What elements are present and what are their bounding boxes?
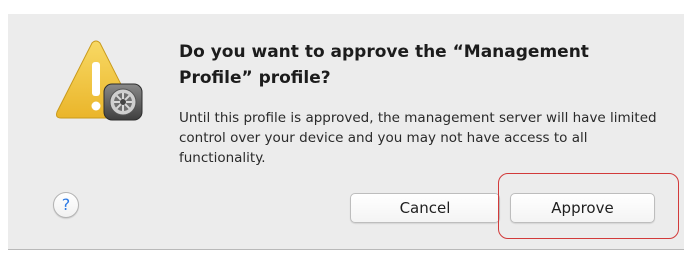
dialog-title: Do you want to approve the “Management P… bbox=[179, 42, 589, 88]
cancel-button[interactable]: Cancel bbox=[350, 193, 500, 223]
help-button[interactable]: ? bbox=[53, 192, 79, 218]
warning-triangle-icon bbox=[56, 40, 143, 121]
approve-button[interactable]: Approve bbox=[510, 193, 655, 223]
dialog-bottom-border bbox=[8, 249, 684, 250]
alert-icon-group bbox=[52, 40, 162, 135]
system-preferences-gear-icon bbox=[103, 83, 143, 121]
dialog-message: Until this profile is approved, the mana… bbox=[179, 110, 657, 166]
screenshot-canvas: Do you want to approve the “Management P… bbox=[0, 0, 684, 255]
